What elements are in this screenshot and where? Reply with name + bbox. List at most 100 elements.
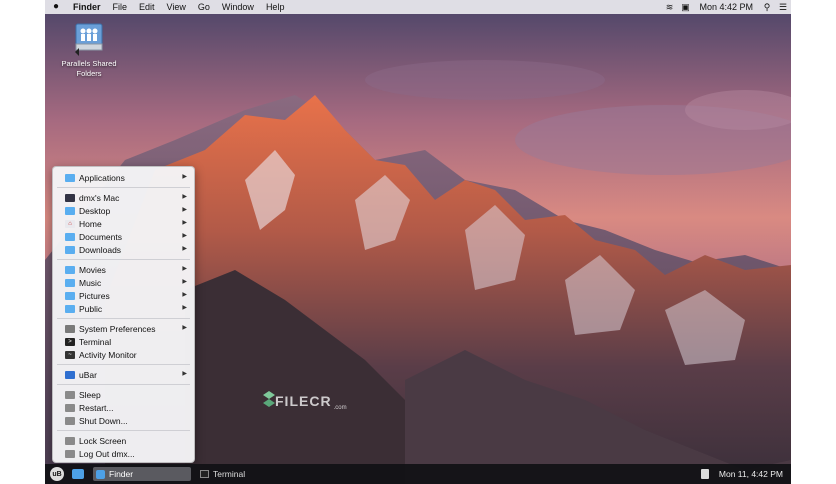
watermark-text: FILECR [275, 393, 332, 409]
menu-separator [57, 430, 190, 431]
finder-icon[interactable] [72, 469, 84, 479]
menu-item-label: Lock Screen [79, 435, 127, 446]
taskbar-clock[interactable]: Mon 11, 4:42 PM [719, 469, 783, 479]
ubar-taskbar: uB Finder Terminal Mon 11, 4:42 PM [45, 464, 791, 484]
power-icon [65, 436, 75, 445]
menu-item-applications[interactable]: Applications ▶ [53, 171, 194, 184]
menu-item-music[interactable]: Music ▶ [53, 276, 194, 289]
power-icon [65, 449, 75, 458]
menu-separator [57, 384, 190, 385]
menu-help[interactable]: Help [260, 0, 291, 14]
menu-item-movies[interactable]: Movies ▶ [53, 263, 194, 276]
power-icon [65, 403, 75, 412]
menu-item-pictures[interactable]: Pictures ▶ [53, 289, 194, 302]
app-menu-finder[interactable]: Finder [67, 0, 107, 14]
menu-window[interactable]: Window [216, 0, 260, 14]
menu-item-label: Movies [79, 264, 106, 275]
menu-item-label: Desktop [79, 205, 111, 216]
menu-go[interactable]: Go [192, 0, 216, 14]
menu-bar-clock[interactable]: Mon 4:42 PM [693, 0, 759, 14]
computer-icon [65, 193, 75, 202]
menu-item-documents[interactable]: Documents ▶ [53, 230, 194, 243]
menu-separator [57, 364, 190, 365]
task-terminal[interactable]: Terminal [197, 467, 245, 481]
submenu-arrow-icon: ▶ [182, 194, 187, 200]
menu-item-log-out-dmx[interactable]: Log Out dmx... [53, 447, 194, 460]
menu-item-home[interactable]: ⌂ Home ▶ [53, 217, 194, 230]
folder-icon [65, 265, 75, 274]
folder-icon [65, 278, 75, 287]
task-terminal-label: Terminal [213, 469, 246, 479]
submenu-arrow-icon: ▶ [182, 325, 187, 331]
submenu-arrow-icon: ▶ [182, 174, 187, 180]
menu-item-shut-down[interactable]: Shut Down... [53, 414, 194, 427]
folder-icon [65, 173, 75, 182]
trash-icon[interactable] [700, 469, 709, 479]
menu-item-label: Pictures [79, 290, 110, 301]
menu-separator [57, 318, 190, 319]
submenu-arrow-icon: ▶ [182, 292, 187, 298]
watermark: FILECR .com [263, 391, 347, 411]
watermark-logo-icon [263, 391, 275, 407]
desktop-icon-parallels-shared-folders[interactable]: Parallels Shared Folders [51, 22, 127, 79]
menu-item-desktop[interactable]: Desktop ▶ [53, 204, 194, 217]
folder-icon [65, 206, 75, 215]
parallels-icon[interactable]: ≋ [661, 0, 677, 14]
folder-icon [65, 291, 75, 300]
menu-item-public[interactable]: Public ▶ [53, 302, 194, 315]
power-icon [65, 390, 75, 399]
home-icon: ⌂ [65, 219, 75, 228]
submenu-arrow-icon: ▶ [182, 246, 187, 252]
desktop-icon-label-line2: Folders [76, 69, 102, 78]
submenu-arrow-icon: ▶ [182, 233, 187, 239]
submenu-arrow-icon: ▶ [182, 279, 187, 285]
terminal-task-icon [200, 470, 209, 478]
folder-icon [65, 232, 75, 241]
desktop-icon-label: Parallels Shared Folders [51, 59, 127, 79]
menu-edit[interactable]: Edit [133, 0, 161, 14]
menu-item-activity-monitor[interactable]: ~ Activity Monitor [53, 348, 194, 361]
menu-separator [57, 187, 190, 188]
menu-view[interactable]: View [161, 0, 192, 14]
menu-item-label: Log Out dmx... [79, 448, 135, 459]
menu-bar: ● Finder File Edit View Go Window Help ≋… [45, 0, 791, 14]
menu-item-label: Public [79, 303, 103, 314]
menu-item-ubar[interactable]: uBar ▶ [53, 368, 194, 381]
folder-icon [65, 304, 75, 313]
menu-item-label: System Preferences [79, 323, 156, 334]
screen: ● Finder File Edit View Go Window Help ≋… [45, 0, 791, 484]
finder-task-icon [96, 469, 105, 479]
menu-item-dmx-s-mac[interactable]: dmx's Mac ▶ [53, 191, 194, 204]
menu-item-label: Applications [79, 172, 125, 183]
activity-icon: ~ [65, 350, 75, 359]
search-icon[interactable]: ⚲ [759, 0, 775, 14]
task-finder-label: Finder [109, 469, 134, 479]
apple-icon[interactable]: ● [45, 0, 67, 14]
menu-item-label: Documents [79, 231, 122, 242]
shared-folder-icon [74, 22, 104, 56]
menu-item-label: dmx's Mac [79, 192, 120, 203]
task-finder[interactable]: Finder [93, 467, 191, 481]
menu-item-label: Sleep [79, 389, 101, 400]
menu-item-restart[interactable]: Restart... [53, 401, 194, 414]
menu-file[interactable]: File [107, 0, 134, 14]
folder-icon [65, 245, 75, 254]
watermark-sub: .com [333, 405, 347, 411]
submenu-arrow-icon: ▶ [182, 207, 187, 213]
menu-bar-status-area: ≋ ▣ Mon 4:42 PM ⚲ ☰ [661, 0, 791, 14]
list-icon[interactable]: ☰ [775, 0, 791, 14]
menu-item-system-preferences[interactable]: System Preferences ▶ [53, 322, 194, 335]
ubar-start-menu: Applications ▶ dmx's Mac ▶ Desktop ▶ ⌂ Home ▶ Doc… [52, 166, 195, 463]
submenu-arrow-icon: ▶ [182, 305, 187, 311]
menu-item-downloads[interactable]: Downloads ▶ [53, 243, 194, 256]
power-icon [65, 416, 75, 425]
ubar-icon [65, 370, 75, 379]
menu-separator [57, 259, 190, 260]
menu-item-terminal[interactable]: > Terminal [53, 335, 194, 348]
menu-item-label: Music [79, 277, 102, 288]
gear-icon [65, 324, 75, 333]
menu-item-lock-screen[interactable]: Lock Screen [53, 434, 194, 447]
ubar-start-button[interactable]: uB [50, 467, 64, 481]
display-icon[interactable]: ▣ [677, 0, 693, 14]
menu-item-sleep[interactable]: Sleep [53, 388, 194, 401]
